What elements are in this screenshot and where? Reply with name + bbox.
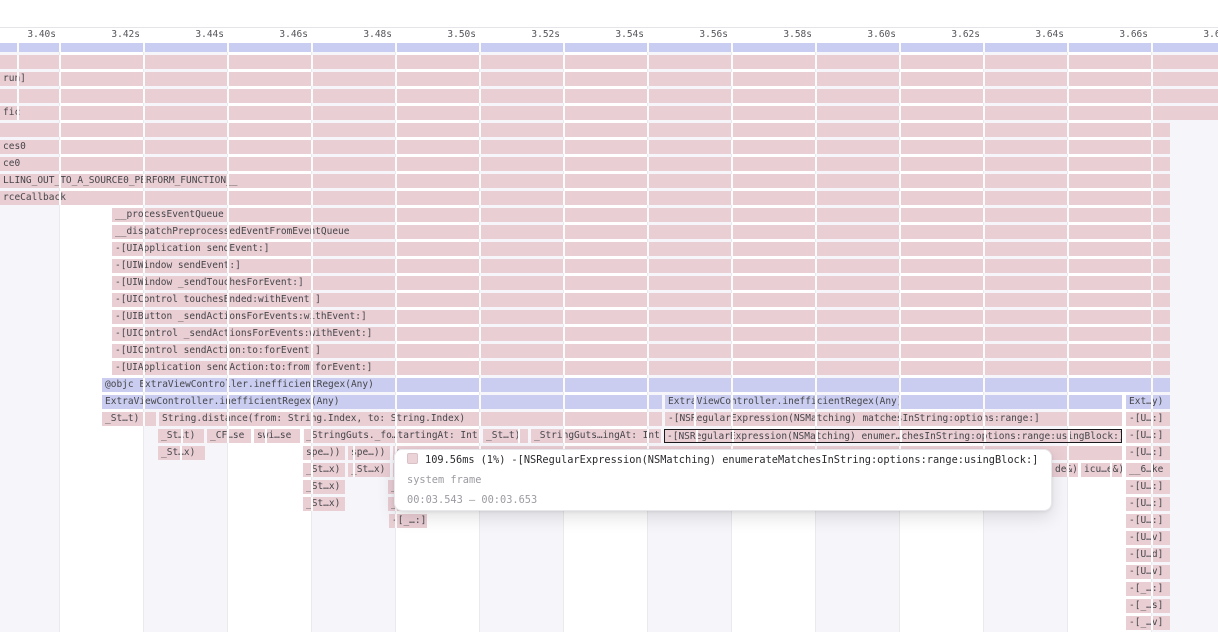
frame-segment[interactable]: -[U…v] bbox=[1126, 565, 1170, 579]
frame-segment[interactable]: _St…x) bbox=[303, 497, 345, 511]
frame-segment[interactable]: __6…ke bbox=[1126, 463, 1170, 477]
frame-segment[interactable]: -[UIControl sendAction:to:forEvent:] bbox=[112, 344, 1170, 358]
frame-segment[interactable]: -[UIApplication sendAction:to:from:forEv… bbox=[112, 361, 1170, 375]
time-ruler-label: 3.62s bbox=[923, 29, 980, 42]
frame-segment[interactable]: __dispatchPreprocessedEventFromEventQueu… bbox=[112, 225, 1170, 239]
tooltip-method: -[NSRegularExpression(NSMatching) enumer… bbox=[511, 454, 1038, 466]
frame-segment[interactable]: @objc ExtraViewController.inefficientReg… bbox=[102, 378, 1170, 392]
frame-color-swatch-icon bbox=[407, 453, 418, 464]
frame-segment[interactable]: _St…t) bbox=[102, 412, 156, 426]
frame-segment[interactable]: -[U…:] bbox=[1126, 412, 1170, 426]
frame-segment[interactable]: -[U…:] bbox=[1126, 514, 1170, 528]
frame-segment[interactable]: _St…x) bbox=[158, 446, 205, 460]
tooltip-title-line: 109.56ms (1%) -[NSRegularExpression(NSMatc… bbox=[407, 450, 1039, 470]
frame-segment[interactable]: ces0 bbox=[0, 140, 1170, 154]
time-ruler-label: 3.54s bbox=[587, 29, 644, 42]
frame-segment[interactable] bbox=[0, 123, 1170, 137]
frame-segment[interactable]: -[UIWindow _sendTouchesForEvent:] bbox=[112, 276, 1170, 290]
frame-segment[interactable]: -[_…:] bbox=[389, 514, 427, 528]
frame-segment[interactable]: -[UIWindow sendEvent:] bbox=[112, 259, 1170, 273]
time-ruler-label: 3.52s bbox=[503, 29, 560, 42]
frame-segment[interactable]: LLING_OUT_TO_A_SOURCE0_PERFORM_FUNCTION_… bbox=[0, 174, 1170, 188]
frame-segment[interactable]: -[U…d] bbox=[1126, 548, 1170, 562]
frame-segment[interactable]: _CF…se bbox=[207, 429, 251, 443]
thread-activity-strip bbox=[0, 43, 1218, 52]
frame-segment[interactable]: _St…x) bbox=[303, 463, 345, 477]
frame-segment[interactable]: -[NSRegularExpression(NSMatching) matche… bbox=[665, 412, 1122, 426]
frame-tooltip: 109.56ms (1%) -[NSRegularExpression(NSMatc… bbox=[394, 449, 1052, 511]
frame-segment[interactable]: -[UIApplication sendEvent:] bbox=[112, 242, 1170, 256]
frame-segment[interactable]: -[U…:] bbox=[1126, 497, 1170, 511]
time-ruler-label: 3.58s bbox=[755, 29, 812, 42]
frame-segment[interactable]: -[UIControl _sendActionsForEvents:withEv… bbox=[112, 327, 1170, 341]
frame-segment[interactable]: fic bbox=[0, 106, 1218, 120]
frame-segment[interactable]: rceCallback bbox=[0, 191, 1170, 205]
frame-segment[interactable]: _StringGuts._fo…tartingAt: Int) bbox=[303, 429, 480, 443]
frame-segment[interactable]: spe…)) bbox=[348, 446, 390, 460]
frame-segment[interactable] bbox=[0, 55, 1218, 69]
selected-frame-segment[interactable]: -[NSRegularExpression(NSMatching) enumer… bbox=[664, 429, 1122, 443]
time-ruler-label: 3.50s bbox=[419, 29, 476, 42]
frame-segment[interactable]: -[UIControl touchesEnded:withEvent:] bbox=[112, 293, 1170, 307]
frame-segment[interactable]: ExtraViewController.inefficientRegex(Any… bbox=[102, 395, 662, 409]
time-ruler-label: 3.56s bbox=[671, 29, 728, 42]
frame-segment[interactable]: -[UIButton _sendActionsForEvents:withEve… bbox=[112, 310, 1170, 324]
ruler-divider bbox=[0, 27, 1218, 28]
flame-chart-canvas[interactable]: run] fic ces0 ce0 LLING_OUT_TO_A_SOURCE0_PER… bbox=[0, 43, 1218, 632]
frame-segment[interactable]: -[U…:] bbox=[1126, 480, 1170, 494]
frame-segment[interactable]: __processEventQueue bbox=[112, 208, 1170, 222]
frame-segment[interactable]: -[_…v] bbox=[1126, 616, 1170, 630]
frame-segment[interactable]: String.distance(from: String.Index, to: … bbox=[159, 412, 662, 426]
time-ruler-label: 3.40s bbox=[0, 29, 56, 42]
frame-segment[interactable]: _St…x) bbox=[303, 480, 345, 494]
time-ruler-label: 3.66s bbox=[1091, 29, 1148, 42]
frame-segment[interactable]: _St…x) bbox=[348, 463, 390, 477]
frame-segment[interactable]: run] bbox=[0, 72, 1218, 86]
frame-segment[interactable]: ExtraViewController.inefficientRegex(Any… bbox=[665, 395, 1122, 409]
frame-segment[interactable]: _St…t) bbox=[158, 429, 204, 443]
time-ruler-label: 3.48s bbox=[335, 29, 392, 42]
frame-segment[interactable]: icu…e&) bbox=[1081, 463, 1122, 477]
frame-segment[interactable]: ce0 bbox=[0, 157, 1170, 171]
frame-segment[interactable]: -[U…:] bbox=[1126, 429, 1170, 443]
tooltip-percent: (1%) bbox=[481, 454, 506, 466]
frame-segment[interactable]: -[U…:] bbox=[1126, 446, 1170, 460]
frame-segment[interactable]: -[_…:] bbox=[1126, 582, 1170, 596]
frame-segment[interactable]: spe…)) bbox=[303, 446, 345, 460]
frame-segment[interactable]: swi…se bbox=[254, 429, 300, 443]
time-ruler[interactable]: 3.40s 3.42s 3.44s 3.46s 3.48s 3.50s 3.52s 3.54s… bbox=[0, 0, 1218, 43]
instruments-trace-window: 3.40s 3.42s 3.44s 3.46s 3.48s 3.50s 3.52s 3.54s… bbox=[0, 0, 1218, 632]
time-ruler-label: 3.44s bbox=[167, 29, 224, 42]
time-ruler-label: 3.46s bbox=[251, 29, 308, 42]
tooltip-subtitle: system frame bbox=[407, 470, 1039, 490]
tooltip-time-range: 00:03.543 — 00:03.653 bbox=[407, 490, 1039, 510]
time-ruler-label: 3.68s bbox=[1175, 29, 1218, 42]
time-ruler-label: 3.60s bbox=[839, 29, 896, 42]
frame-segment[interactable]: _St…t) bbox=[483, 429, 528, 443]
frame-segment[interactable]: _StringGuts…ingAt: Int) bbox=[531, 429, 661, 443]
frame-segment[interactable]: -[_…s] bbox=[1126, 599, 1170, 613]
tooltip-duration: 109.56ms bbox=[425, 454, 475, 466]
frame-segment[interactable]: Ext…y) bbox=[1126, 395, 1170, 409]
time-ruler-label: 3.42s bbox=[83, 29, 140, 42]
frame-segment[interactable]: -[U…v] bbox=[1126, 531, 1170, 545]
frame-segment[interactable]: de&) bbox=[1052, 463, 1078, 477]
time-ruler-label: 3.64s bbox=[1007, 29, 1064, 42]
frame-segment[interactable] bbox=[0, 89, 1218, 103]
